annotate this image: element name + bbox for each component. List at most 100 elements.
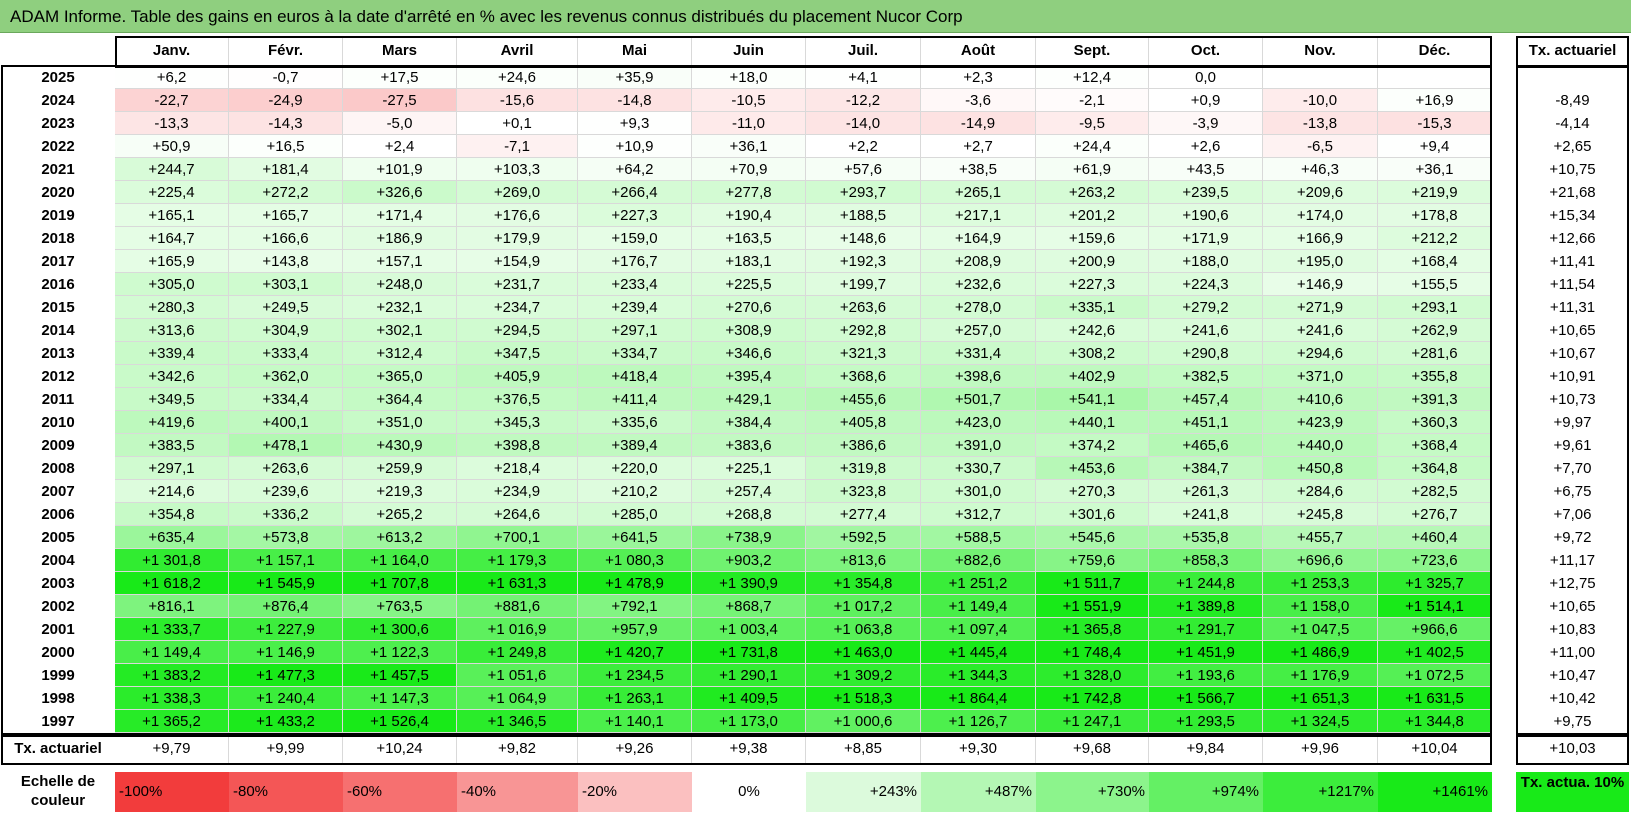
value-cell: +545,6 — [1036, 526, 1149, 549]
value-cell: +231,7 — [457, 273, 578, 296]
value-cell: +154,9 — [457, 250, 578, 273]
value-cell: +16,9 — [1378, 89, 1492, 112]
footer-value-cell: +9,96 — [1263, 735, 1378, 763]
value-cell: -15,6 — [457, 89, 578, 112]
color-scale-swatch: -80% — [229, 772, 343, 812]
value-cell: +179,9 — [457, 227, 578, 250]
value-cell: +410,6 — [1263, 388, 1378, 411]
value-cell: -24,9 — [229, 89, 343, 112]
value-cell: +641,5 — [578, 526, 692, 549]
value-cell: +209,6 — [1263, 181, 1378, 204]
value-cell: -14,3 — [229, 112, 343, 135]
value-cell: +43,5 — [1149, 158, 1263, 181]
value-cell: +277,4 — [806, 503, 921, 526]
value-cell: +166,9 — [1263, 227, 1378, 250]
year-label: 2023 — [1, 112, 115, 135]
value-cell: +342,6 — [115, 365, 229, 388]
value-cell: +190,6 — [1149, 204, 1263, 227]
value-cell: +157,1 — [343, 250, 457, 273]
tx-actuariel-cell — [1516, 66, 1629, 89]
value-cell: +266,4 — [578, 181, 692, 204]
month-header-2: Févr. — [229, 36, 343, 66]
value-cell: +368,6 — [806, 365, 921, 388]
value-cell: +50,9 — [115, 135, 229, 158]
value-cell: +364,4 — [343, 388, 457, 411]
tx-actuariel-cell: +11,54 — [1516, 273, 1629, 296]
value-cell: +334,7 — [578, 342, 692, 365]
value-cell: +903,2 — [692, 549, 806, 572]
value-cell: +1 047,5 — [1263, 618, 1378, 641]
value-cell: +1 122,3 — [343, 641, 457, 664]
footer-value-cell: +10,24 — [343, 735, 457, 763]
value-cell: +391,3 — [1378, 388, 1492, 411]
value-cell: +276,7 — [1378, 503, 1492, 526]
value-cell: +1 017,2 — [806, 595, 921, 618]
year-label: 2019 — [1, 204, 115, 227]
value-cell: +190,4 — [692, 204, 806, 227]
year-label: 2003 — [1, 572, 115, 595]
value-cell: +1 354,8 — [806, 572, 921, 595]
value-cell: +265,1 — [921, 181, 1036, 204]
footer-value-cell: +8,85 — [806, 735, 921, 763]
value-cell: +312,7 — [921, 503, 1036, 526]
value-cell: +57,6 — [806, 158, 921, 181]
value-cell: +1 390,9 — [692, 572, 806, 595]
value-cell: -14,8 — [578, 89, 692, 112]
value-cell: -5,0 — [343, 112, 457, 135]
value-cell: +1 420,7 — [578, 641, 692, 664]
value-cell: +1 291,7 — [1149, 618, 1263, 641]
value-cell: +1 097,4 — [921, 618, 1036, 641]
value-cell: +1 325,7 — [1378, 572, 1492, 595]
value-cell: +225,4 — [115, 181, 229, 204]
value-cell: +2,6 — [1149, 135, 1263, 158]
month-header-12: Déc. — [1378, 36, 1492, 66]
year-label: 2002 — [1, 595, 115, 618]
value-cell: +192,3 — [806, 250, 921, 273]
color-scale-swatch: +487% — [921, 772, 1036, 812]
value-cell: 0,0 — [1149, 66, 1263, 89]
value-cell: +293,1 — [1378, 296, 1492, 319]
value-cell: +165,1 — [115, 204, 229, 227]
tx-actuariel-cell: +10,67 — [1516, 342, 1629, 365]
value-cell: +257,0 — [921, 319, 1036, 342]
value-cell: +1 486,9 — [1263, 641, 1378, 664]
color-scale-swatch: -60% — [343, 772, 457, 812]
value-cell: +573,8 — [229, 526, 343, 549]
value-cell: +592,5 — [806, 526, 921, 549]
value-cell: +265,2 — [343, 503, 457, 526]
value-cell: +876,4 — [229, 595, 343, 618]
value-cell: +1 445,4 — [921, 641, 1036, 664]
tx-actuariel-cell: +10,91 — [1516, 365, 1629, 388]
value-cell: -13,3 — [115, 112, 229, 135]
value-cell: +155,5 — [1378, 273, 1492, 296]
value-cell: -9,5 — [1036, 112, 1149, 135]
value-cell: +234,7 — [457, 296, 578, 319]
value-cell: +478,1 — [229, 434, 343, 457]
value-cell: +349,5 — [115, 388, 229, 411]
value-cell: +1 164,0 — [343, 549, 457, 572]
value-cell: +1 631,5 — [1378, 687, 1492, 710]
value-cell: +239,4 — [578, 296, 692, 319]
value-cell: +227,3 — [1036, 273, 1149, 296]
value-cell: -15,3 — [1378, 112, 1492, 135]
value-cell: +389,4 — [578, 434, 692, 457]
value-cell: +423,0 — [921, 411, 1036, 434]
year-label: 2016 — [1, 273, 115, 296]
value-cell: +1 147,3 — [343, 687, 457, 710]
value-cell: +1 344,8 — [1378, 710, 1492, 733]
value-cell: +1 433,2 — [229, 710, 343, 733]
value-cell: +535,8 — [1149, 526, 1263, 549]
value-cell: +1 251,2 — [921, 572, 1036, 595]
value-cell: +355,8 — [1378, 365, 1492, 388]
value-cell: +248,0 — [343, 273, 457, 296]
value-cell: +176,6 — [457, 204, 578, 227]
value-cell: +384,4 — [692, 411, 806, 434]
value-cell: +200,9 — [1036, 250, 1149, 273]
tx-actuariel-cell: +10,42 — [1516, 687, 1629, 710]
value-cell: +1 518,3 — [806, 687, 921, 710]
value-cell: +302,1 — [343, 319, 457, 342]
value-cell: +294,5 — [457, 319, 578, 342]
value-cell: +199,7 — [806, 273, 921, 296]
value-cell: +219,3 — [343, 480, 457, 503]
value-cell: -14,9 — [921, 112, 1036, 135]
